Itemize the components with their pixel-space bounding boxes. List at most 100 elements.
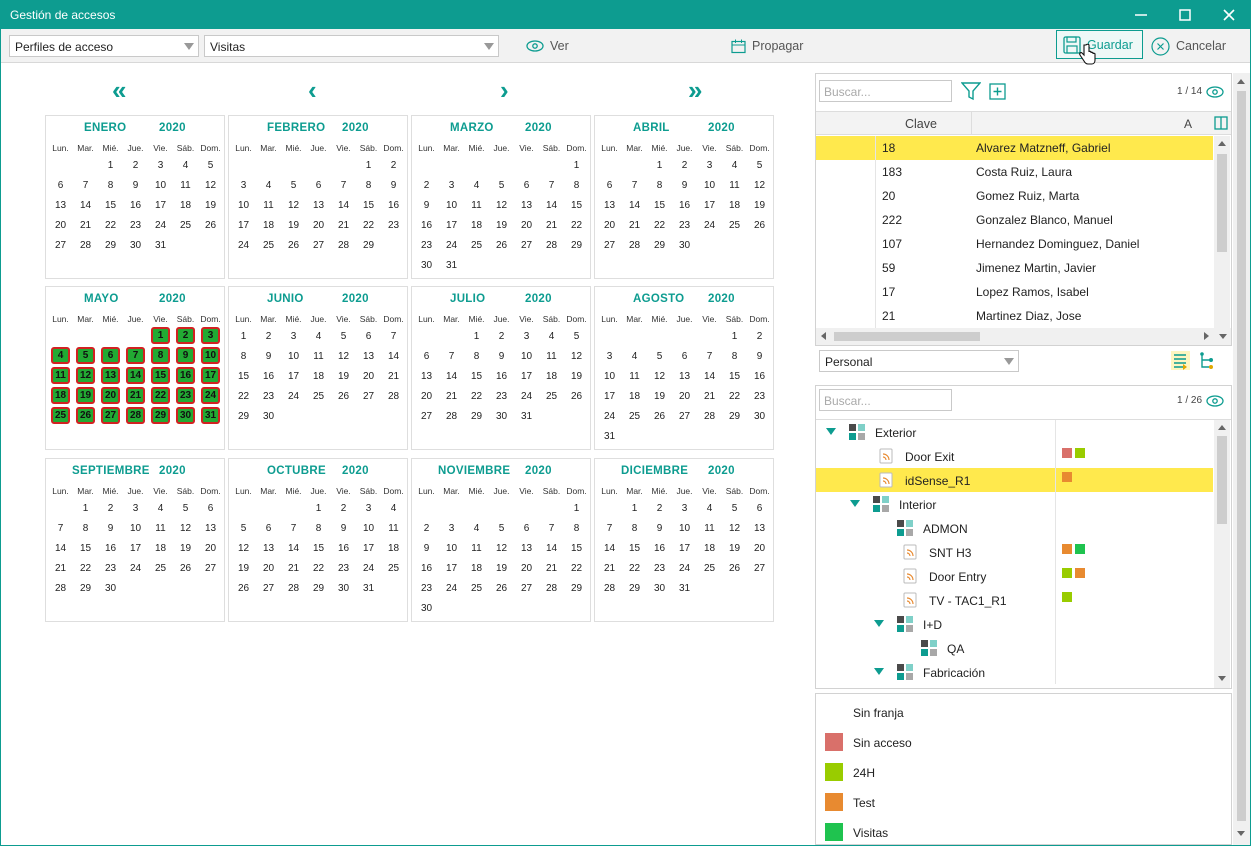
day-cell[interactable]: 19	[489, 220, 514, 231]
day-cell[interactable]: 13	[672, 371, 697, 382]
day-cell[interactable]: 17	[281, 371, 306, 382]
day-cell[interactable]: 27	[256, 583, 281, 594]
day-cell[interactable]: 7	[697, 351, 722, 362]
day-cell[interactable]: 21	[539, 220, 564, 231]
day-cell[interactable]: 19	[231, 563, 256, 574]
day-cell[interactable]: 2	[647, 503, 672, 514]
day-cell[interactable]: 9	[381, 180, 406, 191]
day-cell[interactable]: 29	[564, 583, 589, 594]
day-cell[interactable]: 27	[356, 391, 381, 402]
profile-select[interactable]: Perfiles de acceso	[9, 35, 199, 57]
day-cell[interactable]: 21	[539, 563, 564, 574]
day-cell[interactable]: 6	[672, 351, 697, 362]
day-cell[interactable]: 28	[439, 411, 464, 422]
day-cell[interactable]: 8	[73, 523, 98, 534]
expand-arrow-icon[interactable]	[826, 428, 836, 435]
day-cell[interactable]: 28	[126, 407, 145, 424]
day-cell[interactable]: 1	[564, 160, 589, 171]
day-cell[interactable]: 25	[464, 240, 489, 251]
day-cell[interactable]: 26	[747, 220, 772, 231]
day-cell[interactable]: 5	[722, 503, 747, 514]
day-cell[interactable]: 11	[722, 180, 747, 191]
day-cell[interactable]: 1	[564, 503, 589, 514]
day-cell[interactable]: 16	[123, 200, 148, 211]
day-cell[interactable]: 10	[281, 351, 306, 362]
day-cell[interactable]: 10	[231, 200, 256, 211]
day-cell[interactable]: 3	[697, 160, 722, 171]
table-row[interactable]: 183 Costa Ruiz, Laura	[816, 160, 1213, 184]
day-cell[interactable]: 22	[564, 563, 589, 574]
day-cell[interactable]: 14	[539, 200, 564, 211]
day-cell[interactable]: 2	[489, 331, 514, 342]
day-cell[interactable]: 10	[148, 180, 173, 191]
day-cell[interactable]: 26	[231, 583, 256, 594]
day-cell[interactable]: 1	[464, 331, 489, 342]
day-cell[interactable]: 26	[331, 391, 356, 402]
day-cell[interactable]: 21	[73, 220, 98, 231]
day-cell[interactable]: 4	[381, 503, 406, 514]
day-cell[interactable]: 19	[198, 200, 223, 211]
day-cell[interactable]: 31	[356, 583, 381, 594]
day-cell[interactable]: 7	[331, 180, 356, 191]
day-cell[interactable]: 20	[672, 391, 697, 402]
day-cell[interactable]: 15	[231, 371, 256, 382]
day-cell[interactable]: 25	[256, 240, 281, 251]
day-cell[interactable]: 1	[151, 327, 170, 344]
day-cell[interactable]: 9	[489, 351, 514, 362]
day-cell[interactable]: 25	[697, 563, 722, 574]
day-cell[interactable]: 30	[331, 583, 356, 594]
day-cell[interactable]: 22	[464, 391, 489, 402]
day-cell[interactable]: 7	[73, 180, 98, 191]
day-cell[interactable]: 19	[281, 220, 306, 231]
day-cell[interactable]: 27	[306, 240, 331, 251]
day-cell[interactable]: 29	[464, 411, 489, 422]
day-cell[interactable]: 6	[514, 180, 539, 191]
day-cell[interactable]: 16	[381, 200, 406, 211]
day-cell[interactable]: 24	[672, 563, 697, 574]
day-cell[interactable]: 18	[173, 200, 198, 211]
day-cell[interactable]: 23	[672, 220, 697, 231]
day-cell[interactable]: 22	[722, 391, 747, 402]
day-cell[interactable]: 9	[414, 200, 439, 211]
day-cell[interactable]: 18	[722, 200, 747, 211]
day-cell[interactable]: 3	[672, 503, 697, 514]
day-cell[interactable]: 10	[439, 200, 464, 211]
tree-view-icon[interactable]	[1199, 352, 1215, 370]
day-cell[interactable]: 29	[564, 240, 589, 251]
day-cell[interactable]: 1	[722, 331, 747, 342]
window-scroll-thumb[interactable]	[1237, 91, 1246, 821]
day-cell[interactable]: 9	[256, 351, 281, 362]
day-cell[interactable]: 26	[564, 391, 589, 402]
day-cell[interactable]: 23	[381, 220, 406, 231]
day-cell[interactable]: 20	[256, 563, 281, 574]
day-cell[interactable]: 28	[48, 583, 73, 594]
day-cell[interactable]: 5	[198, 160, 223, 171]
day-cell[interactable]: 16	[414, 220, 439, 231]
day-cell[interactable]: 27	[48, 240, 73, 251]
day-cell[interactable]: 18	[256, 220, 281, 231]
day-cell[interactable]: 14	[697, 371, 722, 382]
day-cell[interactable]: 22	[151, 387, 170, 404]
day-cell[interactable]: 14	[126, 367, 145, 384]
day-cell[interactable]: 16	[647, 543, 672, 554]
day-cell[interactable]: 28	[331, 240, 356, 251]
day-cell[interactable]: 27	[597, 240, 622, 251]
column-header-extra[interactable]: A	[1184, 117, 1192, 131]
day-cell[interactable]: 6	[101, 347, 120, 364]
day-cell[interactable]: 17	[356, 543, 381, 554]
day-cell[interactable]: 11	[464, 543, 489, 554]
day-cell[interactable]: 24	[356, 563, 381, 574]
day-cell[interactable]: 30	[98, 583, 123, 594]
day-cell[interactable]: 12	[722, 523, 747, 534]
day-cell[interactable]: 17	[439, 563, 464, 574]
day-cell[interactable]: 26	[722, 563, 747, 574]
day-cell[interactable]: 3	[123, 503, 148, 514]
day-cell[interactable]: 3	[439, 523, 464, 534]
day-cell[interactable]: 6	[198, 503, 223, 514]
day-cell[interactable]: 30	[414, 260, 439, 271]
scroll-up-icon[interactable]	[1237, 79, 1245, 84]
day-cell[interactable]: 10	[672, 523, 697, 534]
maximize-button[interactable]	[1163, 1, 1207, 29]
day-cell[interactable]: 13	[198, 523, 223, 534]
day-cell[interactable]: 4	[51, 347, 70, 364]
